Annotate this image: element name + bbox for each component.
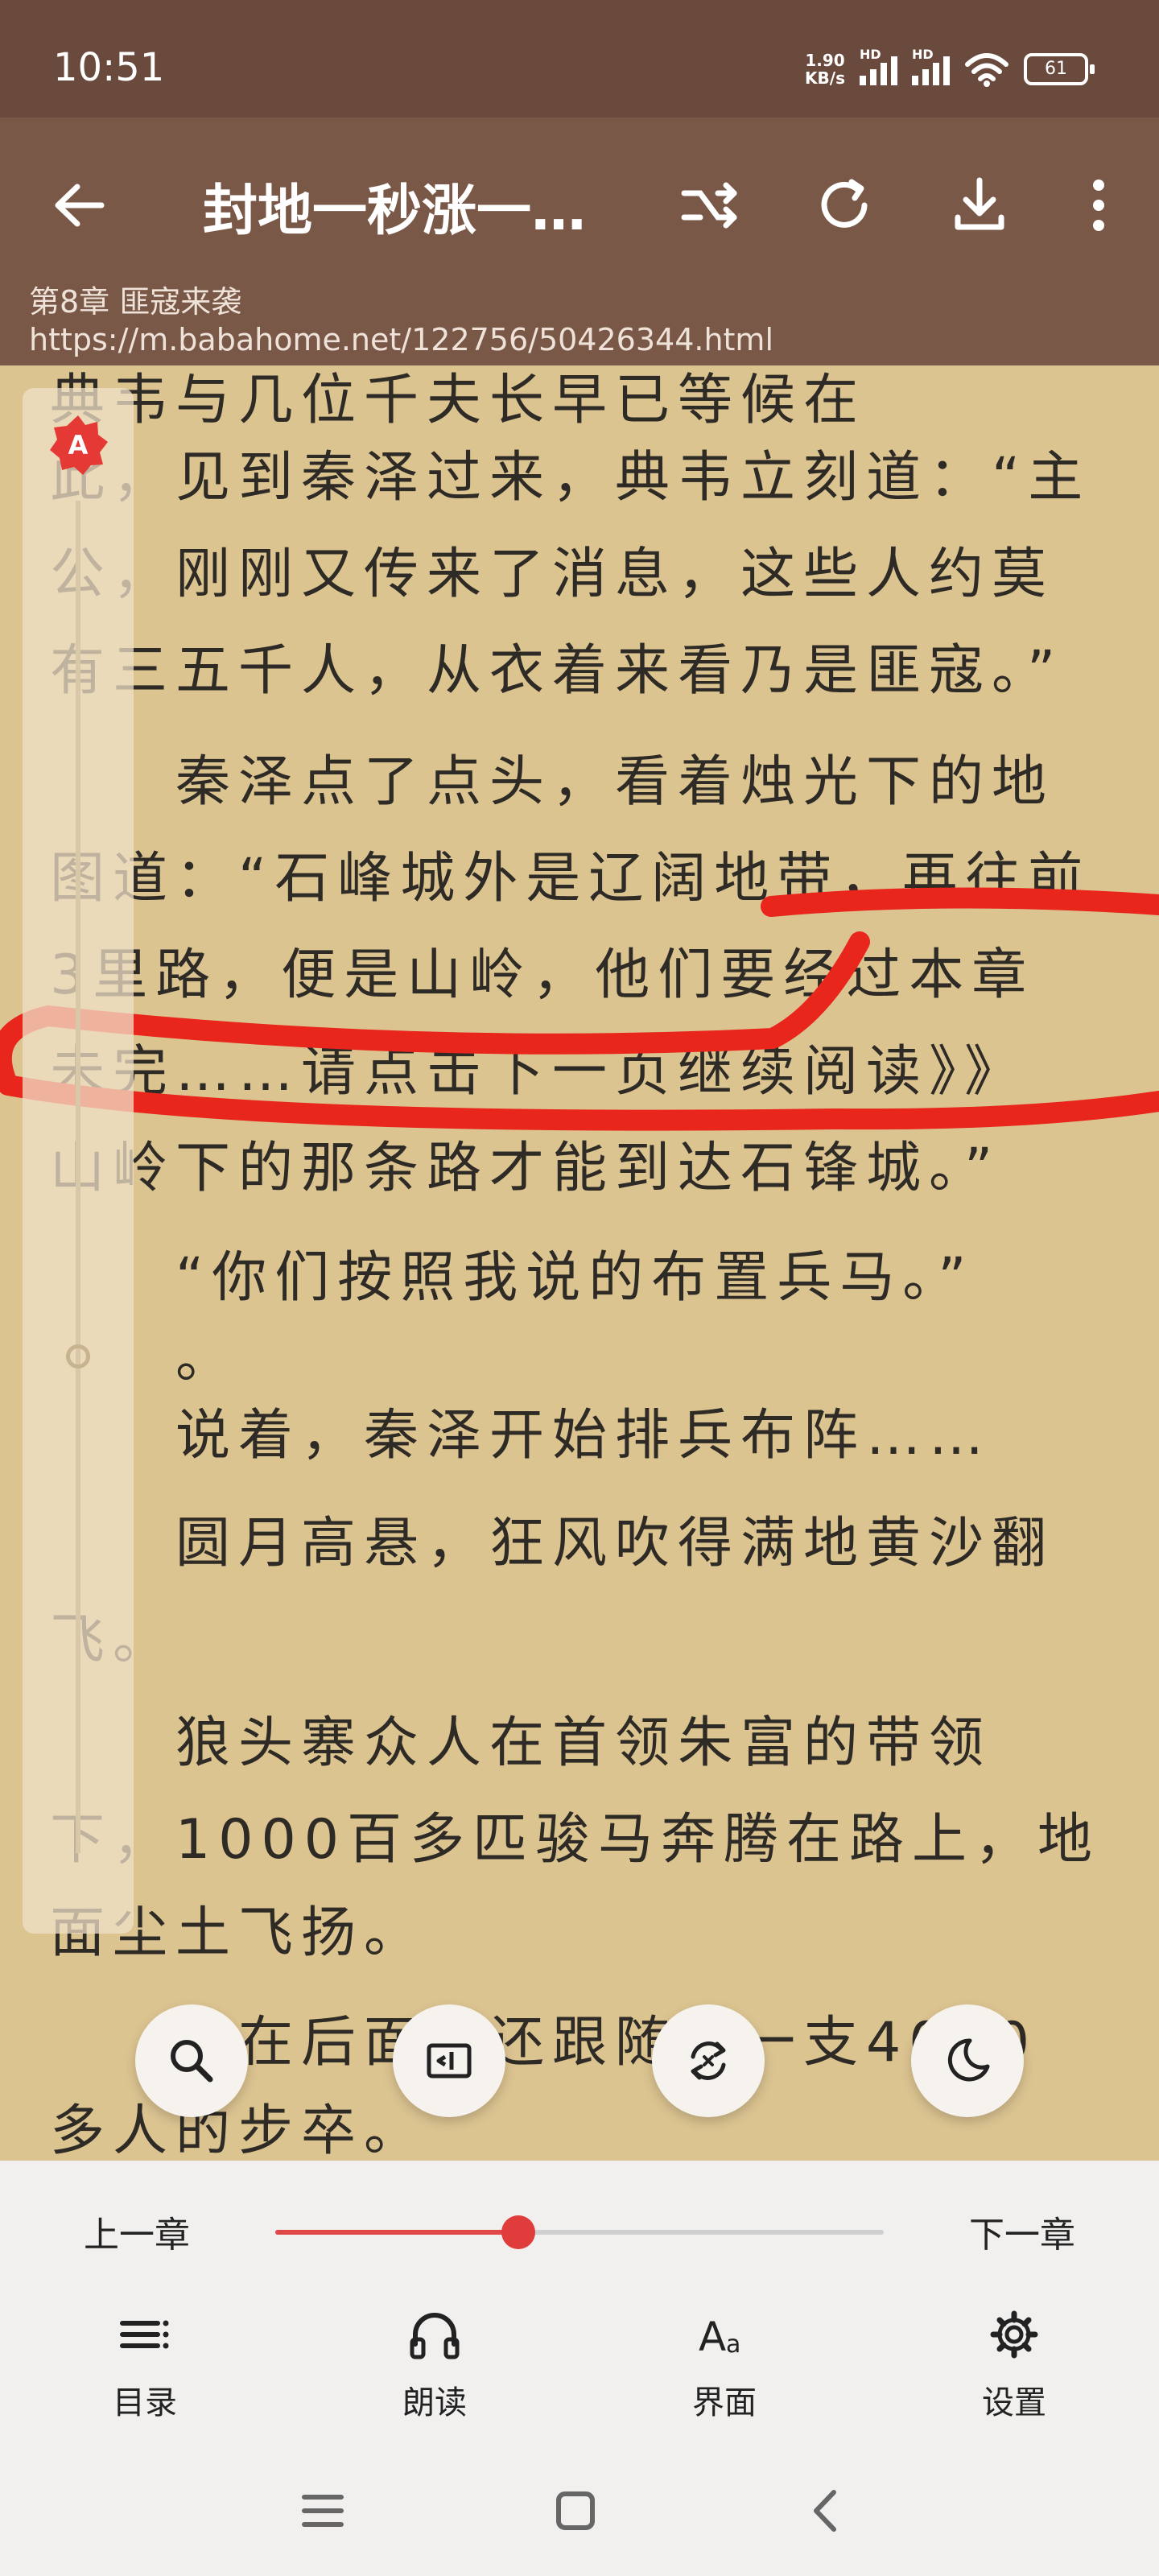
text-line: “你们按照我说的布置兵马。”	[50, 1246, 975, 1310]
status-indicators: 1.90 KB/s HD HD 61	[805, 47, 1095, 87]
chapter-url[interactable]: https://m.babahome.net/122756/50426344.h…	[29, 322, 773, 357]
network-speed: 1.90 KB/s	[805, 52, 845, 87]
text-line: 圆月高悬，狂风吹得满地黄沙翻	[50, 1512, 1055, 1575]
battery-indicator: 61	[1024, 53, 1095, 85]
svg-text:A: A	[699, 2314, 726, 2360]
auto-page-button[interactable]	[393, 2004, 505, 2117]
home-icon[interactable]	[539, 2475, 612, 2547]
auto-page-icon	[427, 2043, 472, 2079]
signal-icon: HD	[860, 47, 897, 85]
text-line: 。	[50, 1327, 239, 1390]
chapter-name: 第8章 匪寇来袭	[29, 284, 242, 320]
scroll-badge: A	[50, 415, 108, 475]
reader-bottom-panel: 上一章 下一章 目录 朗读 A a 界面 设置	[0, 2161, 1159, 2576]
search-button[interactable]	[135, 2004, 248, 2117]
status-time: 10:51	[53, 45, 165, 90]
menu-interface[interactable]: A a 界面	[652, 2302, 797, 2423]
headphones-icon	[410, 2313, 460, 2359]
prev-chapter-button[interactable]: 上一章	[84, 2206, 190, 2257]
replace-button[interactable]	[652, 2004, 765, 2117]
scroll-thumb[interactable]	[66, 1344, 90, 1368]
text-line: 典韦与几位千夫长早已等候在	[50, 369, 867, 432]
text-line: 有三五千人，从衣着来看乃是匪寇。”	[50, 639, 1064, 703]
back-icon[interactable]	[790, 2475, 863, 2547]
gear-icon	[990, 2310, 1038, 2359]
svg-text:a: a	[726, 2330, 740, 2359]
wifi-icon	[965, 53, 1008, 87]
refresh-icon[interactable]	[808, 169, 881, 242]
reading-content[interactable]: 典韦与几位千夫长早已等候在 此，见到秦泽过来，典韦立刻道：“主 公，刚刚又传来了…	[0, 365, 1159, 2161]
more-vertical-icon[interactable]	[1062, 169, 1135, 242]
menu-settings[interactable]: 设置	[942, 2302, 1087, 2423]
text-line: 秦泽点了点头，看着烛光下的地	[50, 750, 1055, 814]
text-line: 公，刚刚又传来了消息，这些人约莫	[50, 543, 1055, 606]
download-icon[interactable]	[943, 169, 1016, 242]
menu-settings-label: 设置	[982, 2384, 1046, 2421]
list-icon	[120, 2320, 169, 2349]
red-annotation	[0, 887, 1159, 1131]
font-size-icon: A a	[699, 2314, 740, 2360]
menu-read-aloud[interactable]: 朗读	[362, 2302, 507, 2423]
moon-icon	[947, 2038, 990, 2082]
progress-knob[interactable]	[501, 2215, 536, 2249]
text-line: 此，见到秦泽过来，典韦立刻道：“主	[50, 446, 1091, 510]
menu-toc[interactable]: 目录	[72, 2302, 217, 2423]
book-title: 封地一秒涨一…	[203, 180, 587, 243]
text-line: 下，1000百多匹骏马奔腾在路上，地	[50, 1808, 1101, 1872]
menu-toc-label: 目录	[113, 2384, 177, 2421]
text-line: 狼头寨众人在首领朱富的带领	[50, 1711, 992, 1775]
hd-label: HD	[860, 47, 881, 62]
menu-icon[interactable]	[287, 2475, 359, 2547]
chapter-progress-slider[interactable]	[275, 2215, 884, 2249]
arrow-left-icon[interactable]	[43, 169, 116, 242]
status-bar: 10:51 1.90 KB/s HD HD 61	[0, 0, 1159, 118]
reader-top-bar: 封地一秒涨一… 第8章 匪寇来袭 https://m.babahome.net/…	[0, 118, 1159, 365]
fast-scroll-bar[interactable]: A	[23, 388, 134, 1934]
search-icon	[171, 2040, 213, 2083]
night-mode-button[interactable]	[911, 2004, 1024, 2117]
menu-interface-label: 界面	[692, 2384, 757, 2421]
text-line: 说着，秦泽开始排兵布阵……	[50, 1404, 992, 1468]
hd-label: HD	[912, 47, 934, 62]
progress-fill	[275, 2230, 519, 2235]
scroll-badge-label: A	[68, 430, 89, 460]
text-line: 面尘土飞扬。	[50, 1901, 427, 1965]
network-speed-value: 1.90	[805, 51, 845, 70]
text-line: 飞。	[50, 1605, 1111, 1676]
scroll-line	[76, 501, 80, 1853]
signal-icon: HD	[912, 47, 950, 85]
shuffle-icon[interactable]	[673, 169, 745, 242]
network-speed-unit: KB/s	[805, 68, 845, 88]
menu-read-aloud-label: 朗读	[402, 2384, 467, 2421]
replace-icon	[691, 2041, 726, 2080]
next-chapter-button[interactable]: 下一章	[969, 2206, 1075, 2257]
